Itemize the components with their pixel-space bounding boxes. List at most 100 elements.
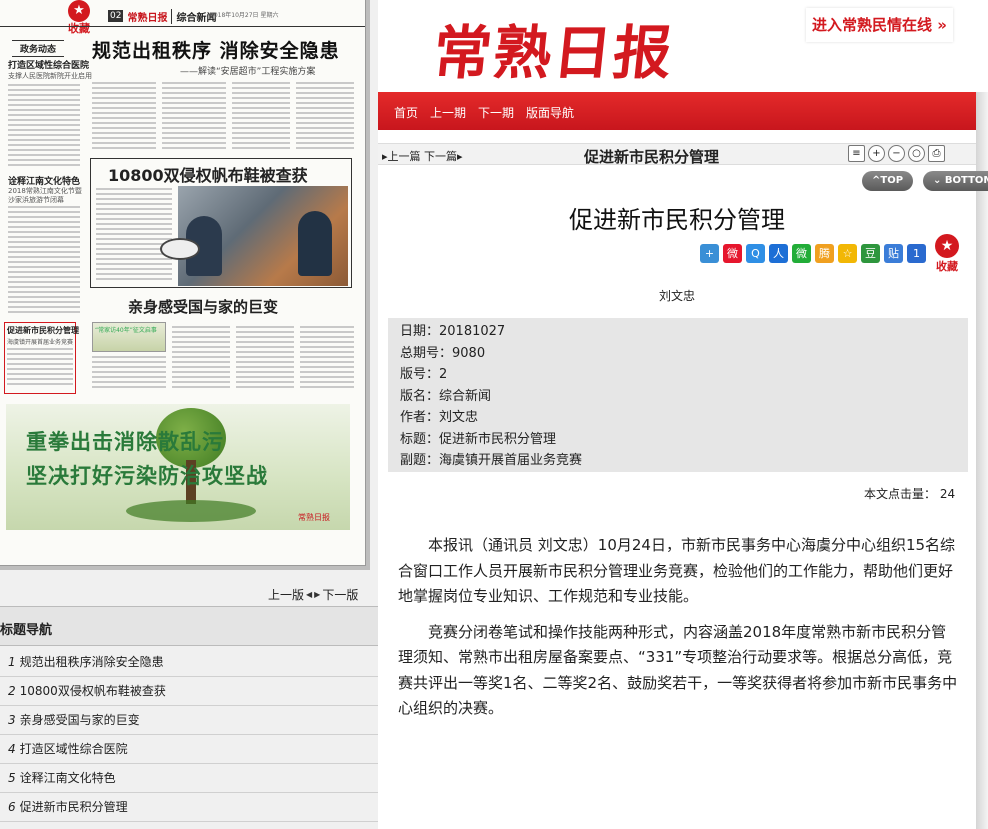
hit-counter: 本文点击量： 24 (864, 485, 955, 502)
tieba-icon[interactable]: 贴 (884, 244, 903, 263)
meta-key: 版号： (400, 367, 440, 382)
arrow-right-icon[interactable]: ▶ (314, 590, 320, 599)
wechat-icon[interactable]: 微 (792, 244, 811, 263)
preview-text-block (92, 82, 156, 152)
preview-left-sub-1: 支撑人民医院新院开业启用 (8, 72, 92, 80)
ad-line-2: 坚决打好污染防治攻坚战 (26, 463, 268, 488)
title-nav-label[interactable]: 打造区域性综合医院 (20, 742, 128, 756)
meta-row-title: 标题：促进新市民积分管理 (400, 429, 968, 451)
main-nav-bar: 首页 上一期 下一期 版面导航 (378, 92, 976, 130)
preview-tag: 政务动态 (12, 40, 65, 57)
title-nav-number: 1 (8, 655, 16, 669)
ad-logo: 常熟日报 (298, 513, 330, 522)
chevron-down-icon: ⌄ (933, 175, 945, 186)
next-article-link[interactable]: 下一篇 (424, 150, 457, 163)
article-prev-next: ▸上一篇 下一篇▸ (382, 148, 463, 164)
preview-headline-sub: ——解读“安居超市”工程实施方案 (180, 67, 316, 77)
scroll-buttons: ^TOP ⌄ BOTTOM (862, 171, 988, 191)
prev-article-link[interactable]: 上一篇 (388, 150, 421, 163)
top-button[interactable]: ^TOP (862, 171, 914, 191)
qzone-icon[interactable]: Q (746, 244, 765, 263)
preview-text-block (8, 84, 80, 169)
preview-ad-banner: 重拳出击消除散乱污 坚决打好污染防治攻坚战 常熟日报 (6, 404, 350, 530)
zoom-out-icon[interactable]: − (888, 145, 905, 162)
title-nav-item[interactable]: 2 10800双侵权帆布鞋被查获 (0, 677, 378, 706)
article-body: 本报讯（通讯员 刘文忠）10月24日，市新市民事务中心海虞分中心组织15名综合窗… (398, 533, 960, 732)
promo-link[interactable]: 进入常熟民情在线 » (806, 8, 953, 42)
title-nav-label[interactable]: 规范出租秩序消除安全隐患 (20, 655, 164, 669)
nav-next-issue-link[interactable]: 下一期 (478, 104, 514, 121)
site-logo[interactable]: 常熟日报 (430, 6, 679, 90)
title-nav-label[interactable]: 促进新市民积分管理 (20, 800, 128, 814)
title-nav-item[interactable]: 5 诠释江南文化特色 (0, 764, 378, 793)
weibo-icon[interactable]: 微 (723, 244, 742, 263)
title-nav-header: 标题导航 (0, 606, 378, 646)
meta-key: 总期号： (400, 345, 453, 361)
preview-page-number: 02 (108, 10, 124, 22)
bottom-button[interactable]: ⌄ BOTTOM (923, 171, 988, 191)
page-root: ★ 收藏 02 常熟日报 综合新闻 2018年10月27日 星期六 政务动态 打… (0, 0, 988, 829)
next-page-link[interactable]: 下一版 (322, 586, 358, 603)
collect-label: 收藏 (68, 22, 90, 35)
article-author: 刘文忠 (658, 289, 695, 303)
title-nav-item[interactable]: 1 规范出租秩序消除安全隐患 (0, 648, 378, 677)
arrow-left-icon[interactable]: ◀ (306, 590, 312, 599)
meta-value: 促进新市民积分管理 (439, 431, 557, 447)
nav-page-guide-link[interactable]: 版面导航 (526, 104, 574, 121)
preview-text-block (232, 82, 290, 152)
title-nav-label[interactable]: 亲身感受国与家的巨变 (20, 713, 140, 727)
collect-button-small[interactable]: ★ 收藏 (62, 0, 96, 35)
right-edge-shadow (976, 92, 988, 829)
nav-prev-issue-link[interactable]: 上一期 (430, 104, 466, 121)
meta-key: 日期： (400, 324, 440, 339)
preview-text-block (7, 348, 73, 388)
preview-header: 02 常熟日报 综合新闻 (108, 8, 216, 24)
preview-text-block (8, 206, 80, 316)
prev-page-link[interactable]: 上一版 (268, 586, 304, 603)
title-nav-number: 2 (8, 684, 16, 698)
double-chevron-right-icon: » (937, 16, 947, 34)
title-nav-item[interactable]: 6 促进新市民积分管理 (0, 793, 378, 822)
title-nav-list: 1 规范出租秩序消除安全隐患 2 10800双侵权帆布鞋被查获 3 亲身感受国与家的巨… (0, 648, 378, 822)
title-nav-item[interactable]: 3 亲身感受国与家的巨变 (0, 706, 378, 735)
article-meta-box: 日期：20181027 总期号：9080 版号：2 版名：综合新闻 作者：刘文忠… (388, 318, 968, 472)
preview-text-block (92, 356, 166, 391)
one-icon[interactable]: 1 (907, 244, 926, 263)
meta-value: 综合新闻 (439, 388, 492, 404)
title-nav-label[interactable]: 10800双侵权帆布鞋被查获 (20, 684, 166, 698)
meta-key: 标题： (400, 431, 440, 447)
document-icon[interactable]: ≡ (848, 145, 865, 162)
preview-headline-3[interactable]: 亲身感受国与家的巨变 (128, 296, 278, 317)
collect-button[interactable]: ★ 收藏 (932, 234, 962, 274)
meta-key: 副题： (400, 453, 440, 468)
left-panel: ★ 收藏 02 常熟日报 综合新闻 2018年10月27日 星期六 政务动态 打… (0, 0, 378, 829)
title-nav-label[interactable]: 诠释江南文化特色 (20, 771, 116, 785)
hit-counter-value: 24 (939, 487, 956, 501)
preview-left-headline-1[interactable]: 打造区域性综合医院 (8, 58, 89, 71)
preview-photo-shoes (160, 238, 200, 260)
print-icon[interactable]: ⎙ (928, 145, 945, 162)
preview-date: 2018年10月27日 星期六 (210, 12, 279, 19)
preview-headline[interactable]: 规范出租秩序 消除安全隐患 (92, 36, 340, 63)
plus-share-icon[interactable]: + (700, 244, 719, 263)
favorite-icon[interactable]: ☆ (838, 244, 857, 263)
nav-home-link[interactable]: 首页 (394, 104, 418, 121)
douban-icon[interactable]: 豆 (861, 244, 880, 263)
zoom-reset-icon[interactable]: ○ (908, 145, 925, 162)
tencent-weibo-icon[interactable]: 腾 (815, 244, 834, 263)
preview-rule (0, 26, 365, 27)
preview-logo: 常熟日报 (127, 12, 168, 24)
title-nav-number: 3 (8, 713, 16, 727)
page-preview[interactable]: ★ 收藏 02 常熟日报 综合新闻 2018年10月27日 星期六 政务动态 打… (0, 0, 366, 566)
zoom-in-icon[interactable]: + (868, 145, 885, 162)
preview-selected-headline: 促进新市民积分管理 (7, 326, 79, 335)
preview-story-headline: 10800双侵权帆布鞋被查获 (108, 166, 308, 185)
star-icon: ★ (68, 0, 90, 22)
title-nav-item[interactable]: 4 打造区域性综合医院 (0, 735, 378, 764)
preview-text-block (296, 82, 354, 152)
preview-text-block (96, 188, 172, 283)
renren-icon[interactable]: 人 (769, 244, 788, 263)
title-nav-number: 6 (8, 800, 16, 814)
preview-text-block (172, 326, 230, 391)
meta-value: 海虞镇开展首届业务竞赛 (439, 453, 583, 468)
